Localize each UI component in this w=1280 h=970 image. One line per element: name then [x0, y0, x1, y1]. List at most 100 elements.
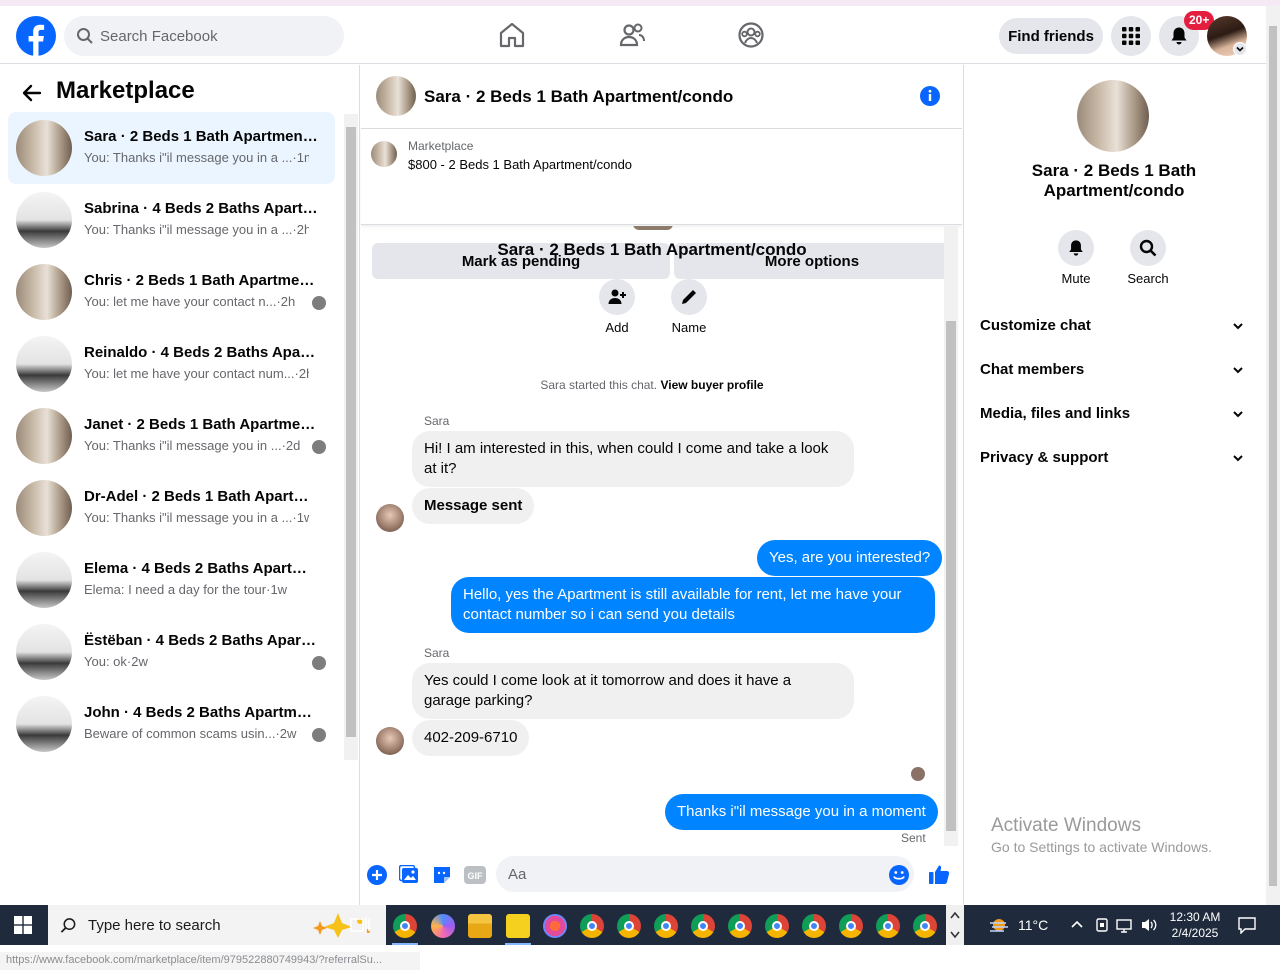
incoming-message[interactable]: Yes could I come look at it tomorrow and… [412, 663, 854, 719]
chrome-app-icon[interactable] [728, 914, 752, 938]
chrome-app-icon[interactable] [617, 914, 641, 938]
plus-circle-icon[interactable] [367, 865, 387, 885]
view-buyer-profile-link[interactable]: View buyer profile [660, 378, 763, 392]
conversation-item[interactable]: Dr-Adel · 2 Beds 1 Bath Apartment/condo Y… [8, 472, 335, 544]
conversation-photo[interactable] [1077, 80, 1149, 152]
chrome-app-icon[interactable] [876, 914, 900, 938]
search-input[interactable] [100, 16, 330, 56]
paint-app-icon[interactable] [543, 914, 567, 938]
weather-temperature[interactable]: 11°C [1018, 917, 1048, 933]
facebook-logo-icon[interactable] [16, 16, 56, 56]
device-icon[interactable] [1094, 917, 1110, 933]
sticker-icon[interactable] [432, 865, 452, 885]
chrome-app-icon[interactable] [393, 914, 417, 938]
file-explorer-icon[interactable] [468, 914, 492, 938]
chat-scrollbar-thumb[interactable] [946, 321, 956, 831]
svg-text:GIF: GIF [468, 871, 484, 881]
conversation-item[interactable]: Sabrina · 4 Beds 2 Baths Apartment You: T… [8, 184, 335, 256]
chat-members-section[interactable]: Chat members [972, 350, 1252, 390]
listing-thumbnail[interactable] [371, 141, 397, 167]
conversation-snippet: You: Thanks i"il message you in a ...·2h [84, 222, 309, 237]
menu-button[interactable] [1111, 16, 1151, 56]
chrome-app-icon[interactable] [654, 914, 678, 938]
photo-icon[interactable] [399, 865, 419, 885]
conversation-time: ·2h [276, 294, 296, 309]
conversation-snippet: You: let me have your contact n...·2h [84, 294, 309, 309]
conversation-item[interactable]: Sara · 2 Beds 1 Bath Apartment/condo You:… [8, 112, 335, 184]
media-files-links-section[interactable]: Media, files and links [972, 394, 1252, 434]
message-input[interactable] [496, 856, 914, 892]
activate-subtitle: Go to Settings to activate Windows. [991, 839, 1212, 855]
chrome-app-icon[interactable] [691, 914, 715, 938]
emoji-icon[interactable] [889, 865, 909, 885]
friends-icon[interactable] [617, 20, 647, 50]
chrome-app-icon[interactable] [913, 914, 937, 938]
add-people-action[interactable]: Add [587, 279, 647, 335]
gif-icon[interactable]: GIF [464, 866, 486, 884]
thumbs-up-icon[interactable] [928, 863, 950, 885]
facebook-search[interactable] [64, 16, 344, 56]
conversation-item[interactable]: John · 4 Beds 2 Baths Apartment Beware of… [8, 688, 335, 760]
privacy-support-section[interactable]: Privacy & support [972, 438, 1252, 478]
task-view-icon[interactable] [350, 916, 370, 934]
conversation-time: ·2w [275, 726, 297, 741]
seen-avatar [312, 440, 326, 454]
chrome-app-icon[interactable] [765, 914, 789, 938]
listing-thumbnail [16, 552, 72, 608]
incoming-message[interactable]: Message sent [412, 488, 535, 524]
section-label: Media, files and links [980, 405, 1131, 422]
outgoing-message[interactable]: Thanks i"il message you in a moment [665, 794, 938, 830]
info-icon[interactable] [919, 85, 941, 107]
sent-status: Sent [901, 831, 926, 845]
back-arrow-icon[interactable] [20, 81, 44, 105]
conversation-item[interactable]: Reinaldo · 4 Beds 2 Baths Apartment You: … [8, 328, 335, 400]
taskbar-overflow-scroller[interactable] [946, 905, 964, 945]
taskbar-search[interactable]: Type here to search [48, 905, 386, 945]
chat-avatar[interactable] [376, 76, 416, 116]
snippet-text: You: ok [84, 654, 127, 669]
incoming-message[interactable]: Hi! I am interested in this, when could … [412, 431, 854, 487]
volume-icon[interactable] [1140, 917, 1158, 933]
weather-icon[interactable] [988, 915, 1010, 935]
sticky-notes-icon[interactable] [506, 914, 530, 938]
taskbar-clock[interactable]: 12:30 AM 2/4/2025 [1166, 909, 1224, 941]
page-scrollbar[interactable] [1266, 6, 1280, 905]
conversation-name: Ëstëban · 4 Beds 2 Baths Apartment [84, 632, 319, 649]
page-title: Marketplace [56, 77, 195, 104]
find-friends-button[interactable]: Find friends [999, 18, 1103, 54]
conversation-item[interactable]: Janet · 2 Beds 1 Bath Apartment/condo You… [8, 400, 335, 472]
sender-avatar[interactable] [376, 727, 404, 755]
chat-title[interactable]: Sara · 2 Beds 1 Bath Apartment/condo [424, 87, 733, 107]
network-icon[interactable] [1116, 917, 1134, 933]
notification-center-icon[interactable] [1238, 917, 1256, 934]
incoming-message[interactable]: 402-209-6710 [412, 720, 530, 756]
chrome-app-icon[interactable] [839, 914, 863, 938]
search-in-chat-action[interactable]: Search [1113, 230, 1183, 286]
chat-header: Sara · 2 Beds 1 Bath Apartment/condo [361, 65, 962, 129]
conversation-list-scrollbar[interactable] [344, 114, 358, 760]
chevron-down-icon [1233, 455, 1243, 462]
customize-chat-section[interactable]: Customize chat [972, 306, 1252, 346]
conversation-snippet: You: Thanks i"il message you in a ...·1w [84, 510, 309, 525]
chevron-down-icon[interactable] [1233, 42, 1247, 56]
windows-start-icon[interactable] [14, 916, 32, 934]
conversation-item[interactable]: Elema · 4 Beds 2 Baths Apartment Elema: I… [8, 544, 335, 616]
home-icon[interactable] [497, 20, 527, 50]
conversation-item[interactable]: Chris · 2 Beds 1 Bath Apartment/condo You… [8, 256, 335, 328]
chevron-up-icon[interactable] [1070, 918, 1084, 932]
sender-avatar[interactable] [376, 504, 404, 532]
name-action[interactable]: Name [659, 279, 719, 335]
conversation-time: ·1w [266, 582, 288, 597]
listing-price[interactable]: $800 - 2 Beds 1 Bath Apartment/condo [408, 157, 632, 172]
outgoing-message[interactable]: Yes, are you interested? [757, 540, 943, 576]
conversation-list-scrollbar-thumb[interactable] [346, 127, 356, 737]
conversation-item[interactable]: Ëstëban · 4 Beds 2 Baths Apartment You: o… [8, 616, 335, 688]
groups-icon[interactable] [736, 20, 766, 50]
chrome-app-icon[interactable] [802, 914, 826, 938]
mute-action[interactable]: Mute [1041, 230, 1111, 286]
page-scrollbar-thumb[interactable] [1269, 26, 1277, 886]
copilot-app-icon[interactable] [431, 914, 455, 938]
chat-scrollbar[interactable] [944, 226, 958, 846]
chrome-app-icon[interactable] [580, 914, 604, 938]
outgoing-message[interactable]: Hello, yes the Apartment is still availa… [451, 577, 935, 633]
